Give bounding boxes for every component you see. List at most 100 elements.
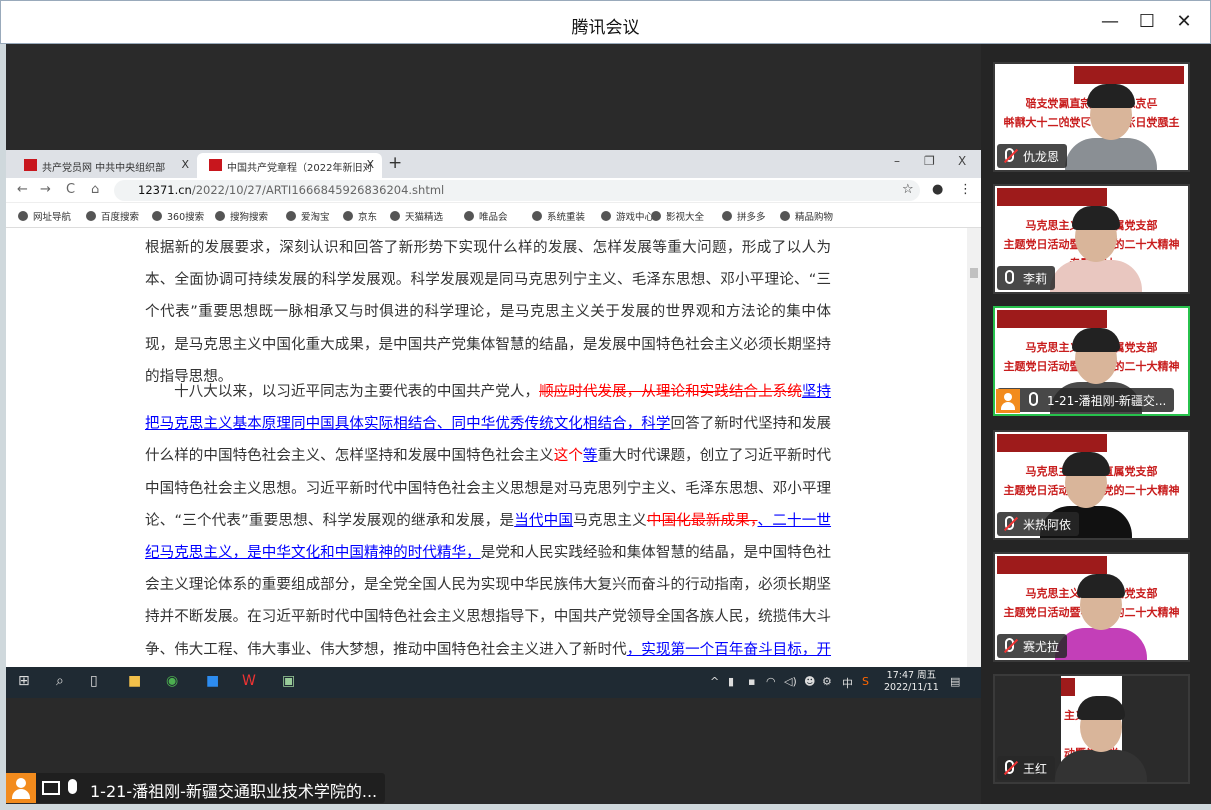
browser-tab[interactable]: 共产党员网 中共中央组织部 X: [12, 153, 197, 178]
browser-minimize-button[interactable]: –: [894, 154, 900, 168]
bookmark-item[interactable]: 京东: [343, 209, 377, 223]
bookmark-label: 360搜索: [167, 212, 205, 223]
bookmark-item[interactable]: 爱淘宝: [286, 209, 330, 223]
participant-video: [1055, 692, 1147, 782]
bookmark-item[interactable]: 影视大全: [651, 209, 704, 223]
qq-icon[interactable]: ☻: [804, 675, 815, 688]
clock[interactable]: 17:47 周五 2022/11/11: [884, 670, 939, 694]
globe-icon: [532, 211, 542, 221]
avatar-icon: [996, 389, 1020, 413]
notification-icon[interactable]: ▤: [950, 675, 960, 688]
browser-restore-button[interactable]: ❐: [924, 154, 935, 168]
scrollbar-thumb[interactable]: [970, 268, 978, 278]
url-path: /2022/10/27/ARTI1666845926836204.shtml: [191, 183, 445, 197]
globe-icon: [464, 211, 474, 221]
task-view-icon[interactable]: ▯: [90, 673, 98, 689]
tab-label: 共产党员网 中共中央组织部: [42, 163, 166, 174]
menu-icon[interactable]: ⋮: [959, 182, 972, 197]
globe-icon: [601, 211, 611, 221]
maximize-button[interactable]: ☐: [1135, 11, 1159, 32]
new-tab-button[interactable]: +: [388, 153, 402, 173]
speaker-name: 1-21-潘祖刚-新疆交通职业技术学院的...: [90, 782, 378, 801]
browser-tab-active[interactable]: 中国共产党章程（2022年新旧对 X: [197, 153, 382, 178]
bookmark-item[interactable]: 唯品会: [464, 209, 508, 223]
close-button[interactable]: ✕: [1172, 11, 1196, 32]
paragraph: 十八大以来，以习近平同志为主要代表的中国共产党人，顺应时代发展，从理论和实践结合…: [145, 376, 831, 667]
battery-icon: ▪: [748, 675, 756, 688]
app-icon[interactable]: ▣: [282, 673, 295, 689]
bookmark-label: 游戏中心: [616, 212, 655, 223]
microphone-muted-icon: [1005, 760, 1014, 774]
tab-close-icon[interactable]: X: [181, 158, 189, 171]
bookmark-label: 百度搜索: [101, 212, 140, 223]
paragraph: 根据新的发展要求，深刻认识和回答了新形势下实现什么样的发展、怎样发展等重大问题，…: [145, 232, 831, 393]
participant-name-tag: 1-21-潘祖刚-新疆交...: [996, 388, 1175, 413]
scrollbar[interactable]: [967, 228, 981, 667]
bookmark-item[interactable]: 拼多多: [722, 209, 766, 223]
search-icon[interactable]: ⌕: [56, 673, 64, 689]
party-favicon-icon: [24, 159, 37, 171]
reload-icon[interactable]: C: [66, 182, 75, 197]
windows-taskbar: ⊞ ⌕ ▯ ■ ◉ ■ W ▣ ^ ▮ ▪ ◠ ◁) ☻ ⚙ 中 S 17:47…: [6, 667, 981, 698]
clock-date: 2022/11/11: [884, 682, 939, 693]
microphone-icon: [1029, 392, 1038, 406]
participant-tile[interactable]: 马克思主义学院直属党支部主题党日活动暨学习党的二十大精神米热阿依: [993, 430, 1190, 540]
wps-icon[interactable]: W: [242, 673, 256, 689]
minimize-button[interactable]: —: [1098, 11, 1122, 32]
browser-close-button[interactable]: X: [958, 154, 966, 168]
participant-tile[interactable]: 马克思主义学院直属党支部主题党日活动暨学习党的二十大精神赛尤拉: [993, 552, 1190, 662]
bookmark-item[interactable]: 游戏中心: [601, 209, 654, 223]
usb-icon: ▮: [728, 675, 735, 688]
tencent-meeting-icon[interactable]: ■: [206, 673, 219, 689]
participant-name: 赛尤拉: [1023, 640, 1060, 654]
page-content: 根据新的发展要求，深刻认识和回答了新形势下实现什么样的发展、怎样发展等重大问题，…: [6, 228, 967, 667]
screen-share-icon: [42, 781, 60, 795]
settings-icon[interactable]: ⚙: [822, 675, 832, 688]
tab-close-icon[interactable]: X: [366, 158, 374, 171]
back-icon[interactable]: ←: [17, 182, 28, 197]
sogou-ime-icon[interactable]: S: [862, 675, 869, 688]
bookmark-item[interactable]: 精品购物: [780, 209, 833, 223]
chrome-icon[interactable]: ◉: [166, 673, 178, 689]
volume-icon[interactable]: ◁): [784, 675, 797, 688]
microphone-muted-icon: [1005, 148, 1014, 162]
bookmark-label: 搜狗搜索: [230, 212, 269, 223]
home-icon[interactable]: ⌂: [91, 182, 99, 197]
participant-name: 1-21-潘祖刚-新疆交...: [1047, 394, 1167, 408]
slide-line: 专题研讨: [1061, 782, 1122, 784]
bookmark-label: 系统重装: [547, 212, 586, 223]
participant-tile[interactable]: 马克思主义学院直属党支部主题党日活动暨学习党的二十大精神1-21-潘祖刚-新疆交…: [993, 306, 1190, 416]
globe-icon: [651, 211, 661, 221]
text-segment: 十八大以来，以习近平同志为主要代表的中国共产党人，: [174, 383, 540, 400]
bookmark-label: 拼多多: [737, 212, 766, 223]
participant-tile[interactable]: 马克思主义学院直属党支部主题党日活动暨学习党的二十大精神仇龙恩: [993, 62, 1190, 172]
windows-start-icon[interactable]: ⊞: [18, 673, 30, 689]
bookmark-label: 影视大全: [666, 212, 705, 223]
profile-icon[interactable]: ●: [932, 182, 943, 197]
bookmark-item[interactable]: 百度搜索: [86, 209, 139, 223]
file-explorer-icon[interactable]: ■: [128, 673, 141, 689]
address-bar-row: ← → C ⌂ 12371.cn/2022/10/27/ARTI16668459…: [6, 178, 981, 203]
title-bar: 腾讯会议 — ☐ ✕: [0, 0, 1211, 44]
microphone-muted-icon: [1005, 638, 1014, 652]
bookmark-item[interactable]: 网址导航: [18, 209, 71, 223]
url-input[interactable]: 12371.cn/2022/10/27/ARTI1666845926836204…: [114, 180, 920, 201]
network-icon[interactable]: ◠: [766, 675, 776, 688]
bookmark-item[interactable]: 360搜索: [152, 209, 204, 223]
bookmark-item[interactable]: 系统重装: [532, 209, 585, 223]
participant-name: 李莉: [1023, 272, 1048, 286]
star-icon[interactable]: ☆: [902, 182, 914, 197]
active-speaker-bar: 1-21-潘祖刚-新疆交通职业技术学院的...: [6, 773, 386, 803]
globe-icon: [215, 211, 225, 221]
browser-window: 共产党员网 中共中央组织部 X 中国共产党章程（2022年新旧对 X + – ❐ X…: [6, 150, 981, 667]
ime-indicator[interactable]: 中: [842, 675, 853, 691]
bookmark-item[interactable]: 天猫精选: [390, 209, 443, 223]
participant-tile[interactable]: 主义学院直属动暨学习党的专题研讨王红: [993, 674, 1190, 784]
forward-icon[interactable]: →: [40, 182, 51, 197]
inserted-text: 等: [582, 447, 598, 465]
tray-overflow-icon[interactable]: ^: [710, 675, 719, 688]
party-favicon-icon: [209, 159, 222, 171]
participant-tile[interactable]: 马克思主义学院直属党支部主题党日活动暨学习党的二十大精神专题研讨李莉: [993, 184, 1190, 294]
bookmark-item[interactable]: 搜狗搜索: [215, 209, 268, 223]
participants-panel: 马克思主义学院直属党支部主题党日活动暨学习党的二十大精神仇龙恩马克思主义学院直属…: [981, 44, 1211, 804]
